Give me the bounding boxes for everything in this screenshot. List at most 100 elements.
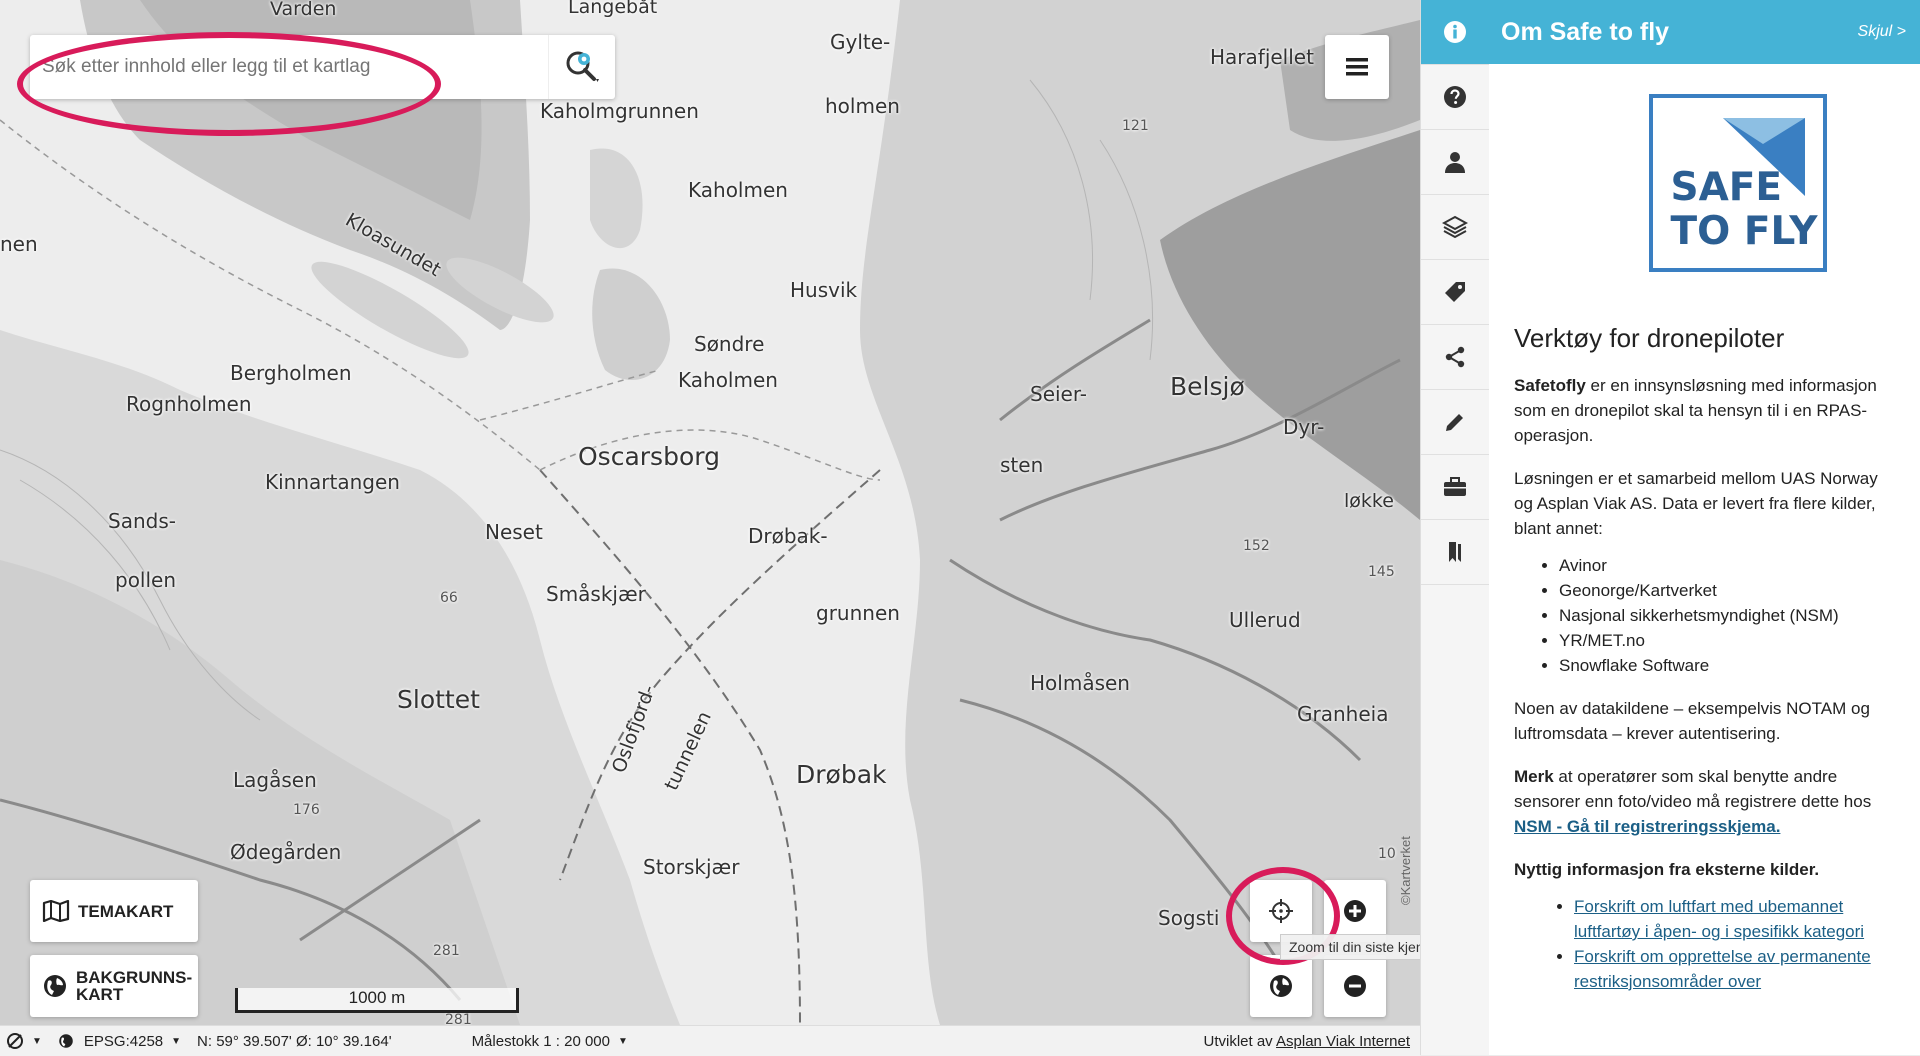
credit-prefix: Utviklet av [1203,1032,1273,1050]
place-label: nen [0,232,38,256]
list-item: Forskrift om opprettelse av permanente r… [1574,944,1897,994]
crs-selector[interactable]: EPSG:4258 [84,1033,163,1050]
place-label: Bergholmen [230,361,352,385]
map-view[interactable]: Varden Langebåt Gylte- holmen Harafjelle… [0,0,1420,1025]
scale-bar: 1000 m [235,988,519,1013]
elevation-label: 66 [440,590,458,606]
list-item: Snowflake Software [1559,653,1897,678]
paragraph: Safetofly er en innsynsløsning med infor… [1514,373,1897,448]
search-box [30,35,615,99]
panel-header: Om Safe to fly Skjul > [1489,0,1920,64]
no-location-icon[interactable] [6,1032,24,1050]
layers-icon [1442,215,1468,239]
list-item: Avinor [1559,553,1897,578]
place-label: holmen [825,94,900,118]
tag-tab[interactable] [1421,260,1489,325]
logo-line-1: SAFE [1670,165,1783,210]
bookmark-icon [1449,542,1461,562]
hide-panel-button[interactable]: Skjul > [1858,23,1906,41]
side-icon-bar [1420,0,1490,1055]
crosshair-icon [1269,899,1293,923]
temakart-label: TEMAKART [78,901,174,921]
place-label: sten [1000,453,1044,477]
paragraph: Nyttig informasjon fra eksterne kilder. [1514,860,1820,879]
place-label: Kinnartangen [265,470,400,494]
share-icon [1445,346,1465,368]
share-tab[interactable] [1421,325,1489,390]
elevation-label: 121 [1122,118,1149,134]
chevron-down-icon[interactable]: ▼ [32,1036,42,1047]
tools-tab[interactable] [1421,455,1489,520]
place-label: Kaholmen [688,178,788,202]
zoom-in-button[interactable] [1324,880,1386,942]
paragraph: Noen av datakildene – eksempelvis NOTAM … [1514,699,1870,743]
place-label: Drøbak [796,760,887,789]
place-label: Harafjellet [1210,45,1314,69]
place-label: Langebåt [568,0,658,18]
place-label: Ødegården [230,840,342,864]
info-icon [1444,21,1466,43]
sources-list: Avinor Geonorge/Kartverket Nasjonal sikk… [1514,553,1897,678]
safe-to-fly-logo: SAFE TO FLY [1648,94,1827,272]
zoom-out-button[interactable] [1324,955,1386,1017]
panel-heading: Verktøy for dronepiloter [1514,323,1785,353]
place-label: Husvik [790,278,858,302]
logo-line-2: TO FLY [1670,209,1818,254]
place-label: Småskjær [546,582,646,606]
pencil-icon [1446,414,1463,431]
paragraph: Løsningen er et samarbeid mellom UAS Nor… [1514,469,1878,538]
place-label: Granheia [1297,702,1389,726]
draw-tab[interactable] [1421,390,1489,455]
locate-button[interactable] [1250,880,1312,942]
status-bar: ▼ EPSG:4258 ▼ N: 59° 39.507' Ø: 10° 39.1… [0,1025,1420,1056]
list-item: Geonorge/Kartverket [1559,578,1897,603]
place-label: Sogsti [1158,906,1220,930]
nsm-registration-link[interactable]: NSM - Gå til registreringsskjema. [1514,817,1780,836]
chevron-down-icon[interactable]: ▼ [171,1036,181,1047]
search-settings-button[interactable] [548,35,615,99]
help-tab[interactable] [1421,65,1489,130]
plus-circle-icon [1344,900,1366,922]
search-input[interactable] [30,36,544,98]
paragraph: Merk at operatører som skal benytte andr… [1514,764,1897,839]
place-label: Lagåsen [233,768,317,792]
elevation-label: 152 [1243,538,1270,554]
scale-selector[interactable]: Målestokk 1 : 20 000 [472,1033,610,1050]
globe-icon [1270,975,1292,997]
locate-tooltip: Zoom til din siste kjente posisjon [1280,934,1420,960]
bakgrunnskart-label-2: KART [76,985,124,1004]
briefcase-icon [1444,477,1466,496]
list-item: YR/MET.no [1559,628,1897,653]
globe-icon [59,1034,73,1048]
place-label: Kaholmgrunnen [540,99,699,123]
place-label: Ullerud [1229,608,1301,632]
minus-circle-icon [1344,975,1366,997]
tag-icon [1445,282,1465,302]
temakart-button[interactable]: TEMAKART [30,880,198,942]
external-link[interactable]: Forskrift om opprettelse av permanente r… [1574,947,1871,991]
bookmarks-tab[interactable] [1421,520,1489,585]
user-tab[interactable] [1421,130,1489,195]
about-tab[interactable] [1421,0,1489,65]
credit-link[interactable]: Asplan Viak Internet [1276,1033,1410,1050]
layers-tab[interactable] [1421,195,1489,260]
bold-text: Merk [1514,767,1554,786]
help-icon [1444,86,1466,108]
external-link[interactable]: Forskrift om luftfart med ubemannet luft… [1574,897,1864,941]
place-label: Gylte- [830,30,891,54]
world-view-button[interactable] [1250,955,1312,1017]
panel-title: Om Safe to fly [1501,17,1670,46]
place-label: løkke [1344,490,1394,512]
list-item: Forskrift om luftfart med ubemannet luft… [1574,894,1897,944]
paragraph-text: at operatører som skal benytte andre sen… [1514,767,1872,811]
place-label: Storskjær [643,855,740,879]
bakgrunnskart-button[interactable]: BAKGRUNNS- KART [30,955,198,1017]
place-label: Oscarsborg [578,442,720,471]
place-label: Varden [270,0,337,20]
elevation-label: 10 [1378,846,1396,862]
chevron-down-icon[interactable]: ▼ [618,1036,628,1047]
elevation-label: 281 [445,1012,472,1025]
main-menu-button[interactable] [1325,35,1389,99]
scale-label: 1000 m [348,988,406,1007]
place-label: Dyr- [1283,415,1325,439]
